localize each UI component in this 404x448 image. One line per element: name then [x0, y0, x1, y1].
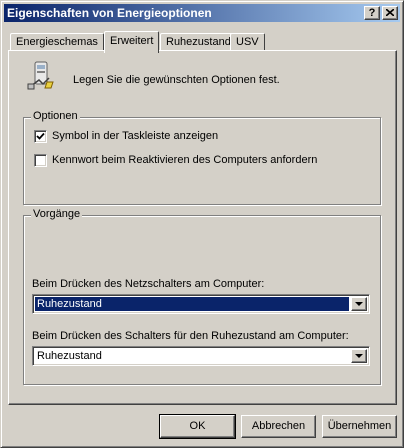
- options-group-label: Optionen: [31, 110, 80, 122]
- actions-group-label: Vorgänge: [31, 208, 83, 220]
- actions-group: Vorgänge Beim Drücken des Netzschalters …: [23, 208, 381, 385]
- password-on-wake-checkbox[interactable]: [34, 154, 47, 167]
- tab-ruhezustand[interactable]: Ruhezustand: [160, 33, 237, 51]
- options-group: Optionen Symbol in der Taskleiste anzeig…: [23, 110, 381, 205]
- chevron-down-icon: [355, 354, 363, 358]
- checkmark-icon: [36, 132, 45, 140]
- power-button-dropdown-button[interactable]: [351, 297, 367, 311]
- properties-dialog: Eigenschaften von Energieoptionen ? Ener…: [0, 0, 404, 448]
- title-bar[interactable]: Eigenschaften von Energieoptionen ?: [4, 4, 400, 22]
- power-button-action-select[interactable]: Ruhezustand: [32, 294, 370, 314]
- chevron-down-icon: [355, 302, 363, 306]
- apply-button[interactable]: Übernehmen: [322, 415, 397, 438]
- intro-text: Legen Sie die gewünschten Optionen fest.: [73, 74, 280, 86]
- tab-energieschemas[interactable]: Energieschemas: [10, 33, 104, 51]
- close-button[interactable]: [382, 6, 398, 20]
- ok-button[interactable]: OK: [159, 414, 236, 439]
- window-title: Eigenschaften von Energieoptionen: [7, 6, 212, 20]
- tab-usv[interactable]: USV: [230, 33, 265, 51]
- sleep-button-action-value: Ruhezustand: [37, 350, 102, 362]
- sleep-button-label: Beim Drücken des Schalters für den Ruhez…: [32, 330, 349, 342]
- taskbar-icon-checkbox[interactable]: [34, 130, 47, 143]
- tab-panel-erweitert: Legen Sie die gewünschten Optionen fest.…: [8, 50, 397, 405]
- password-on-wake-label: Kennwort beim Reaktivieren des Computers…: [52, 154, 318, 166]
- power-button-action-value: Ruhezustand: [35, 297, 349, 311]
- cancel-button[interactable]: Abbrechen: [241, 415, 316, 438]
- sleep-button-dropdown-button[interactable]: [351, 349, 367, 363]
- close-icon: [385, 8, 395, 17]
- taskbar-icon-label: Symbol in der Taskleiste anzeigen: [52, 130, 219, 142]
- power-options-icon: [25, 60, 57, 92]
- help-button[interactable]: ?: [364, 6, 380, 20]
- tab-erweitert[interactable]: Erweitert: [104, 31, 160, 53]
- sleep-button-action-select[interactable]: Ruhezustand: [32, 346, 370, 366]
- power-button-label: Beim Drücken des Netzschalters am Comput…: [32, 278, 265, 290]
